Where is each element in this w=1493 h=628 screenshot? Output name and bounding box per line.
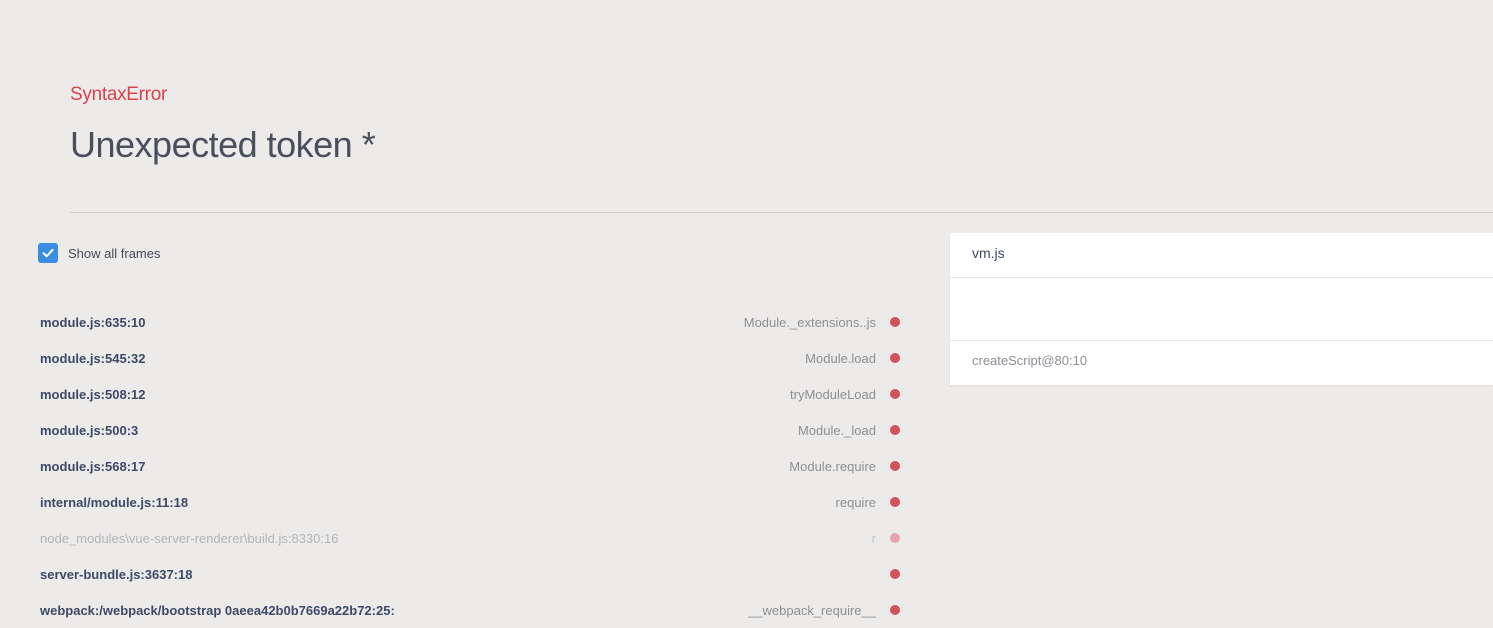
stack-frame-file: module.js:508:12: [40, 386, 146, 402]
checkmark-icon: [42, 248, 54, 258]
header-divider: [70, 212, 1493, 213]
stack-frame-function: r: [871, 530, 876, 546]
frame-status-dot-icon: [890, 533, 900, 543]
frame-status-dot-icon: [890, 605, 900, 615]
stack-frame-function: Module._extensions..js: [743, 314, 876, 330]
error-name: SyntaxError: [70, 84, 168, 105]
stack-frame-file: module.js:545:32: [40, 350, 146, 366]
frame-status-dot-icon: [890, 389, 900, 399]
frame-status-dot-icon: [890, 497, 900, 507]
frame-status-dot-icon: [890, 569, 900, 579]
stack-frame-file: node_modules\vue-server-renderer\build.j…: [40, 530, 339, 546]
frame-status-dot-icon: [890, 317, 900, 327]
stack-frame-function: __webpack_require__: [748, 602, 876, 618]
stack-frame-file: module.js:568:17: [40, 458, 146, 474]
code-panel-location: createScript@80:10: [972, 353, 1088, 368]
stack-frame[interactable]: internal/module.js:11:18 require: [40, 484, 902, 520]
stack-frame-function: Module.require: [789, 458, 876, 474]
stack-frame-function: Module._load: [797, 422, 876, 438]
stack-frame-file: webpack:/webpack/bootstrap 0aeea42b0b766…: [40, 602, 395, 618]
error-message: Unexpected token *: [70, 124, 376, 165]
stack-frame-file: module.js:500:3: [40, 422, 139, 438]
show-all-frames-toggle[interactable]: Show all frames: [38, 243, 160, 263]
frame-status-dot-icon: [890, 353, 900, 363]
stack-frame[interactable]: module.js:545:32 Module.load: [40, 340, 902, 376]
stack-frame[interactable]: webpack:/webpack/bootstrap 0aeea42b0b766…: [40, 592, 902, 628]
stack-frame[interactable]: module.js:568:17 Module.require: [40, 448, 902, 484]
stack-frame[interactable]: node_modules\vue-server-renderer\build.j…: [40, 520, 902, 556]
stack-frame[interactable]: module.js:500:3 Module._load: [40, 412, 902, 448]
show-all-frames-label: Show all frames: [68, 245, 161, 261]
stack-frame-file: internal/module.js:11:18: [40, 494, 189, 510]
stack-frame[interactable]: module.js:508:12 tryModuleLoad: [40, 376, 902, 412]
stack-frame[interactable]: server-bundle.js:3637:18: [40, 556, 902, 592]
stack-frame-function: Module.load: [805, 350, 876, 366]
stack-frame[interactable]: module.js:635:10 Module._extensions..js: [40, 304, 902, 340]
code-panel-file: vm.js: [972, 245, 1005, 261]
code-panel-divider: [950, 277, 1493, 278]
stack-frame-function: require: [835, 494, 876, 510]
code-panel-divider: [950, 340, 1493, 341]
frame-status-dot-icon: [890, 425, 900, 435]
stack-frame-file: module.js:635:10: [40, 314, 146, 330]
stack-frame-function: tryModuleLoad: [790, 386, 876, 402]
show-all-frames-checkbox[interactable]: [38, 243, 58, 263]
frame-status-dot-icon: [890, 461, 900, 471]
code-panel: vm.js createScript@80:10: [950, 233, 1493, 385]
stack-frame-list: module.js:635:10 Module._extensions..js mo…: [40, 304, 902, 628]
stack-frame-file: server-bundle.js:3637:18: [40, 566, 193, 582]
